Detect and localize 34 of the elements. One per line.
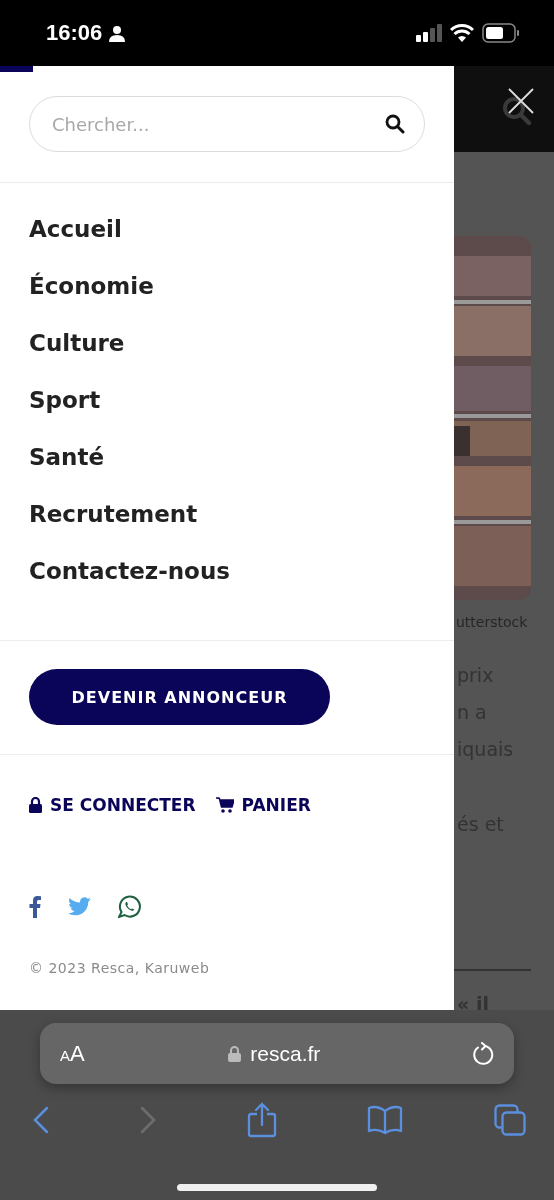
lock-icon[interactable]	[29, 797, 42, 813]
copyright-text: © 2023 Resca, Karuweb	[29, 959, 211, 978]
menu-item[interactable]: Économie	[29, 258, 154, 315]
menu-item[interactable]: Contactez-nous	[29, 543, 230, 600]
close-icon[interactable]	[508, 88, 534, 114]
book-icon[interactable]	[367, 1105, 404, 1135]
person-icon	[109, 24, 126, 42]
menu-item[interactable]: Recrutement	[29, 486, 198, 543]
tabs-icon[interactable]	[494, 1104, 526, 1136]
menu-item[interactable]: Culture	[29, 315, 125, 372]
accent-bar	[0, 66, 33, 72]
back-icon[interactable]	[33, 1106, 49, 1134]
signal-icon	[416, 23, 442, 43]
search-icon	[502, 96, 532, 126]
menu-item[interactable]: Sport	[29, 372, 101, 429]
battery-icon	[482, 23, 520, 43]
menu-item[interactable]: Accueil	[29, 201, 122, 258]
cart-icon[interactable]	[215, 797, 234, 813]
share-icon[interactable]	[246, 1102, 277, 1138]
menu-item[interactable]: Santé	[29, 429, 105, 486]
address-bar[interactable]: AA resca.fr	[40, 1023, 514, 1084]
clock-time: 16:06	[46, 20, 103, 46]
whatsapp-icon[interactable]	[118, 894, 141, 918]
url-text: resca.fr	[250, 1041, 321, 1066]
advertiser-button[interactable]: DEVENIR ANNONCEUR	[29, 669, 330, 725]
wifi-icon	[450, 24, 474, 42]
search-icon[interactable]	[385, 114, 405, 134]
facebook-icon[interactable]	[29, 894, 41, 918]
search-field[interactable]: Chercher...	[29, 96, 425, 152]
login-link[interactable]: SE CONNECTER	[50, 795, 196, 815]
reload-icon[interactable]	[472, 1041, 494, 1066]
lock-icon	[228, 1045, 242, 1062]
cart-link[interactable]: PANIER	[241, 795, 311, 815]
text-size-button[interactable]: AA	[60, 1040, 85, 1067]
